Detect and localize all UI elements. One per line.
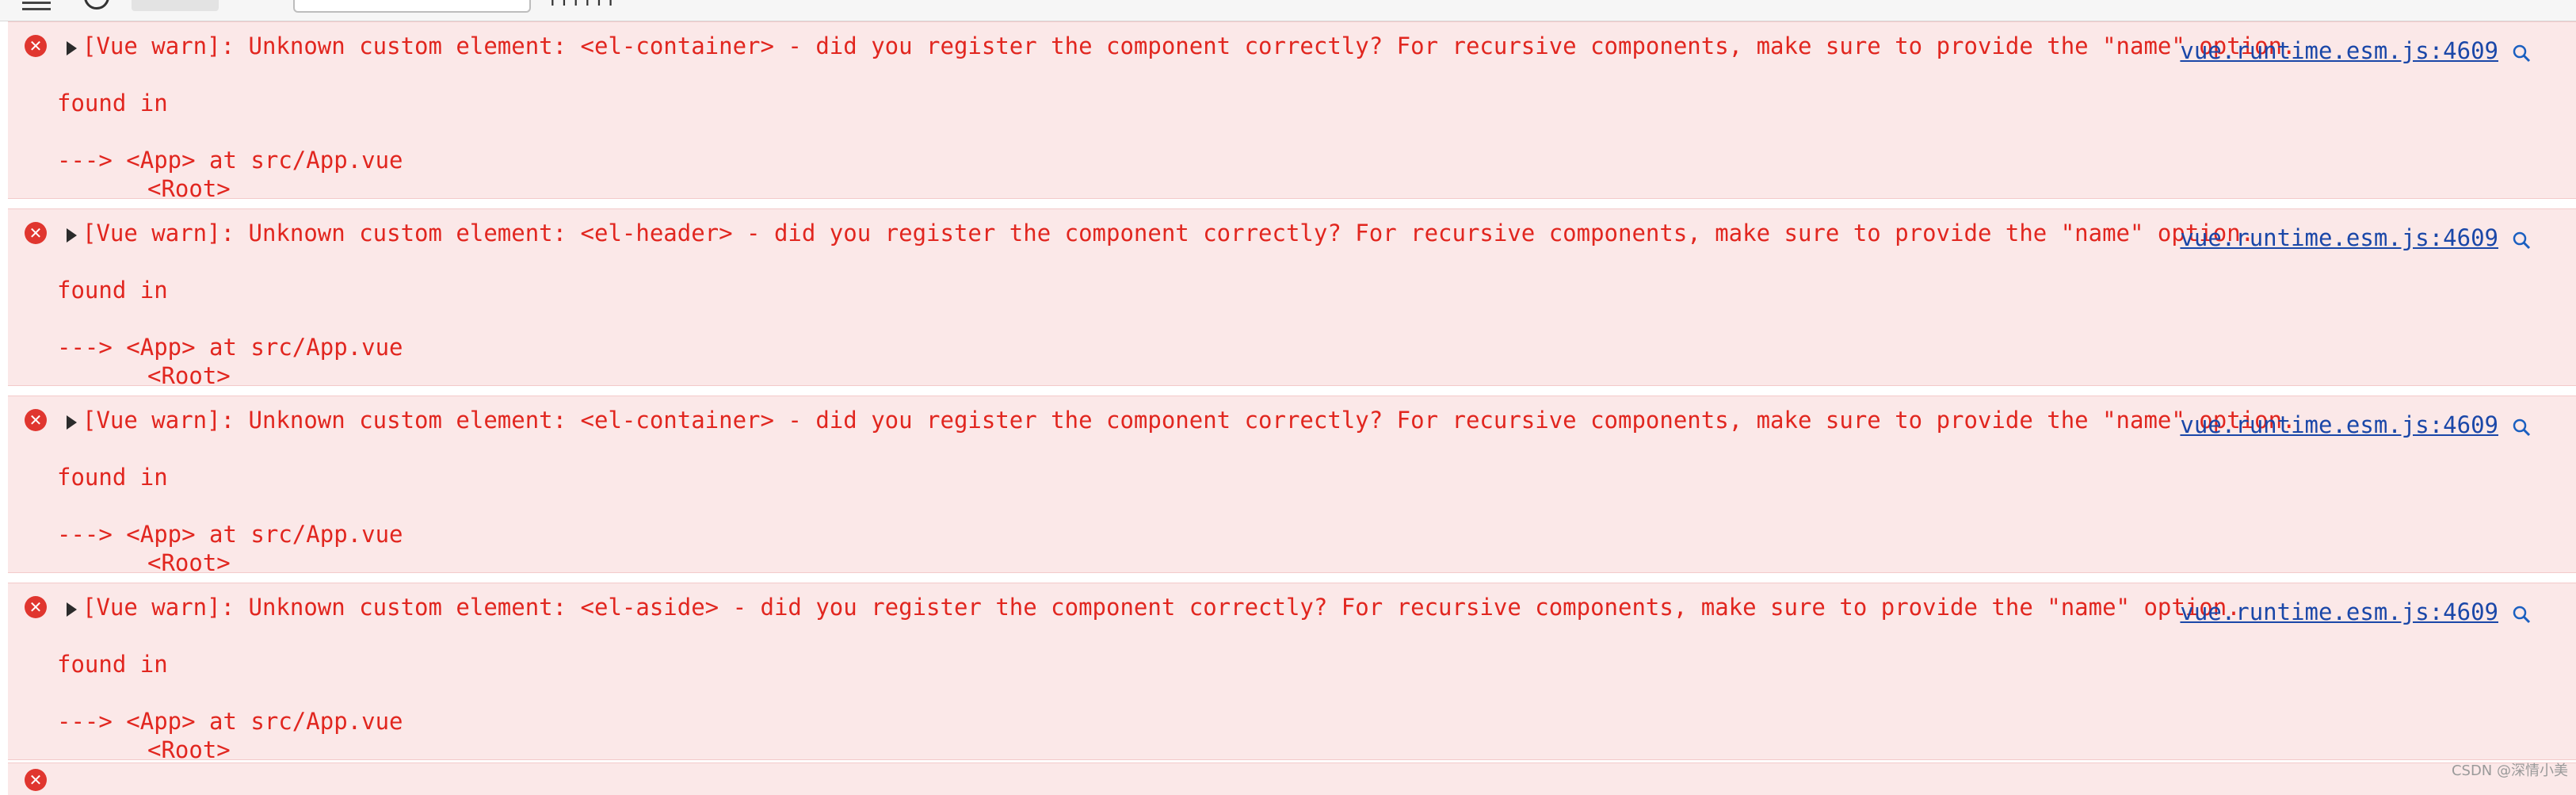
console-error-message[interactable]: ✕ [Vue warn]: Unknown custom element: <e… [8,208,2576,386]
console-error-message[interactable]: ✕ [Vue warn]: Unknown custom element: <e… [8,583,2576,760]
clear-console-icon[interactable] [84,0,109,10]
toolbar-label: TTTTTT [547,0,616,11]
context-selector[interactable] [132,0,219,11]
error-icon: ✕ [25,769,47,791]
message-found-in: found in [57,463,168,491]
message-text: [Vue warn]: Unknown custom element: <el-… [82,593,2241,621]
console-messages: ✕ [Vue warn]: Unknown custom element: <e… [0,21,2576,770]
message-root-trace: <Root> [147,361,231,390]
search-icon[interactable] [2511,417,2532,438]
message-app-trace: ---> <App> at src/App.vue [57,333,403,361]
message-found-in: found in [57,650,168,678]
message-text: [Vue warn]: Unknown custom element: <el-… [82,219,2254,247]
message-root-trace: <Root> [147,736,231,764]
message-root-trace: <Root> [147,548,231,577]
watermark: CSDN @深情小美 [2452,759,2568,780]
error-icon: ✕ [25,35,47,57]
message-root-trace: <Root> [147,174,231,203]
error-icon: ✕ [25,222,47,244]
message-app-trace: ---> <App> at src/App.vue [57,707,403,736]
message-found-in: found in [57,276,168,304]
source-link[interactable]: vue.runtime.esm.js:4609 [2180,598,2498,626]
console-toolbar: TTTTTT [0,0,2576,21]
expand-caret-icon[interactable] [67,602,77,617]
filter-input[interactable] [293,0,531,13]
expand-caret-icon[interactable] [67,41,77,55]
search-icon[interactable] [2511,43,2532,63]
console-error-message[interactable]: ✕ [Vue warn]: Unknown custom element: <e… [8,21,2576,199]
source-link[interactable]: vue.runtime.esm.js:4609 [2180,36,2498,65]
error-icon: ✕ [25,596,47,618]
message-found-in: found in [57,89,168,117]
source-link[interactable]: vue.runtime.esm.js:4609 [2180,224,2498,252]
console-error-message[interactable]: ✕ [Vue warn]: Unknown custom element: <e… [8,396,2576,573]
message-app-trace: ---> <App> at src/App.vue [57,146,403,174]
message-text: [Vue warn]: Unknown custom element: <el-… [82,32,2296,60]
source-link[interactable]: vue.runtime.esm.js:4609 [2180,411,2498,439]
expand-caret-icon[interactable] [67,415,77,430]
console-error-message-partial[interactable]: ✕ [8,763,2576,795]
expand-caret-icon[interactable] [67,228,77,243]
menu-icon[interactable] [22,0,51,6]
search-icon[interactable] [2511,230,2532,250]
message-text: [Vue warn]: Unknown custom element: <el-… [82,406,2296,434]
message-app-trace: ---> <App> at src/App.vue [57,520,403,548]
error-icon: ✕ [25,409,47,431]
search-icon[interactable] [2511,604,2532,625]
